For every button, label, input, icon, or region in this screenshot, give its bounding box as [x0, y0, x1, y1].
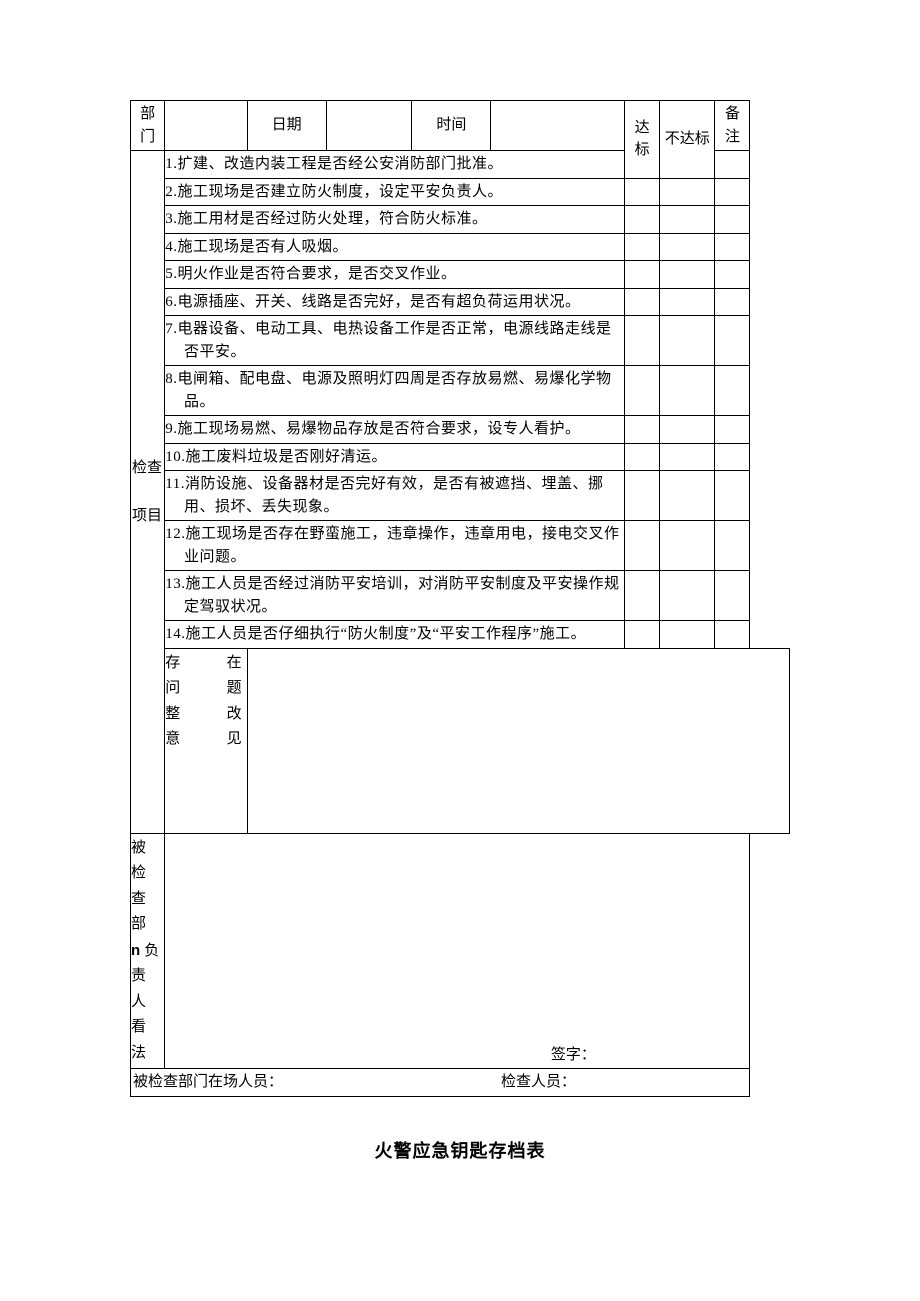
- date-value[interactable]: [326, 101, 412, 151]
- inspection-table: 部门 日期 时间 达标 不达标 备注 检查项目 1.扩建、改造内装工程是否经公安…: [130, 100, 790, 1097]
- opinion-label: 被检查部n负责人看法: [131, 833, 165, 1069]
- item-4: 4.施工现场是否有人吸烟。: [184, 236, 624, 259]
- opinion-row: 被检查部n负责人看法 签字：: [131, 833, 790, 1069]
- dept-value[interactable]: [165, 101, 247, 151]
- date-label: 日期: [247, 101, 326, 151]
- page: 部门 日期 时间 达标 不达标 备注 检查项目 1.扩建、改造内装工程是否经公安…: [0, 0, 920, 1163]
- dept-label: 部门: [131, 101, 165, 151]
- item-row-4: 4.施工现场是否有人吸烟。: [131, 233, 790, 261]
- item-8: 8.电闸箱、配电盘、电源及照明灯四周是否存放易燃、易爆化学物品。: [184, 368, 624, 413]
- note-2[interactable]: [715, 178, 750, 206]
- problems-content[interactable]: [247, 648, 789, 833]
- problems-row: 存在问题整改意见: [131, 648, 790, 833]
- item-14: 14.施工人员是否仔细执行“防火制度”及“平安工作程序”施工。: [184, 623, 624, 646]
- item-6: 6.电源插座、开关、线路是否完好，是否有超负荷运用状况。: [184, 291, 624, 314]
- item-10: 10.施工废料垃圾是否刚好清运。: [184, 446, 624, 469]
- item-row-10: 10.施工废料垃圾是否刚好清运。: [131, 443, 790, 471]
- footer-title: 火警应急钥匙存档表: [130, 1137, 790, 1163]
- item-row-14: 14.施工人员是否仔细执行“防火制度”及“平安工作程序”施工。: [131, 621, 790, 649]
- problems-label: 存在问题整改意见: [165, 648, 247, 833]
- item-row-13: 13.施工人员是否经过消防平安培训，对消防平安制度及平安操作规定驾驭状况。: [131, 571, 790, 621]
- present-label: 被检查部门在场人员：: [131, 1069, 491, 1097]
- inspector-label: 检查人员：: [491, 1069, 750, 1097]
- item-3: 3.施工用材是否经过防火处理，符合防火标准。: [184, 208, 624, 231]
- item-5: 5.明火作业是否符合要求，是否交叉作业。: [184, 263, 624, 286]
- item-row-12: 12.施工现场是否存在野蛮施工，违章操作，违章用电，接电交叉作业问题。: [131, 521, 790, 571]
- item-12: 12.施工现场是否存在野蛮施工，违章操作，违章用电，接电交叉作业问题。: [184, 523, 624, 568]
- item-1: 1.扩建、改造内装工程是否经公安消防部门批准。: [165, 151, 625, 179]
- note-cell[interactable]: [715, 151, 750, 179]
- header-row-1: 部门 日期 时间 达标 不达标 备注: [131, 101, 790, 151]
- item-row-6: 6.电源插座、开关、线路是否完好，是否有超负荷运用状况。: [131, 288, 790, 316]
- item-13: 13.施工人员是否经过消防平安培训，对消防平安制度及平安操作规定驾驭状况。: [184, 573, 624, 618]
- item-row-2: 2.施工现场是否建立防火制度，设定平安负责人。: [131, 178, 790, 206]
- time-label: 时间: [412, 101, 491, 151]
- section-label: 检查项目: [131, 151, 165, 834]
- footer-row: 被检查部门在场人员： 检查人员：: [131, 1069, 790, 1097]
- item-2: 2.施工现场是否建立防火制度，设定平安负责人。: [184, 181, 624, 204]
- item-row-7: 7.电器设备、电动工具、电热设备工作是否正常，电源线路走线是否平安。: [131, 316, 790, 366]
- opinion-content[interactable]: 签字：: [165, 833, 750, 1069]
- item-9: 9.施工现场易燃、易爆物品存放是否符合要求，设专人看护。: [184, 418, 624, 441]
- nstd-2[interactable]: [660, 178, 715, 206]
- item-row-11: 11.消防设施、设备器材是否完好有效，是否有被遮挡、埋盖、挪用、损坏、丢失现象。: [131, 471, 790, 521]
- note-header: 备注: [715, 101, 750, 151]
- nonstd-header: 不达标: [660, 101, 715, 179]
- signature-label: 签字：: [551, 1047, 596, 1063]
- item-row-9: 9.施工现场易燃、易爆物品存放是否符合要求，设专人看护。: [131, 416, 790, 444]
- item-11: 11.消防设施、设备器材是否完好有效，是否有被遮挡、埋盖、挪用、损坏、丢失现象。: [184, 473, 624, 518]
- time-value[interactable]: [491, 101, 625, 151]
- item-row-5: 5.明火作业是否符合要求，是否交叉作业。: [131, 261, 790, 289]
- item-row-8: 8.电闸箱、配电盘、电源及照明灯四周是否存放易燃、易爆化学物品。: [131, 366, 790, 416]
- std-2[interactable]: [625, 178, 660, 206]
- item-row-3: 3.施工用材是否经过防火处理，符合防火标准。: [131, 206, 790, 234]
- item-7: 7.电器设备、电动工具、电热设备工作是否正常，电源线路走线是否平安。: [184, 318, 624, 363]
- std-header: 达标: [625, 101, 660, 179]
